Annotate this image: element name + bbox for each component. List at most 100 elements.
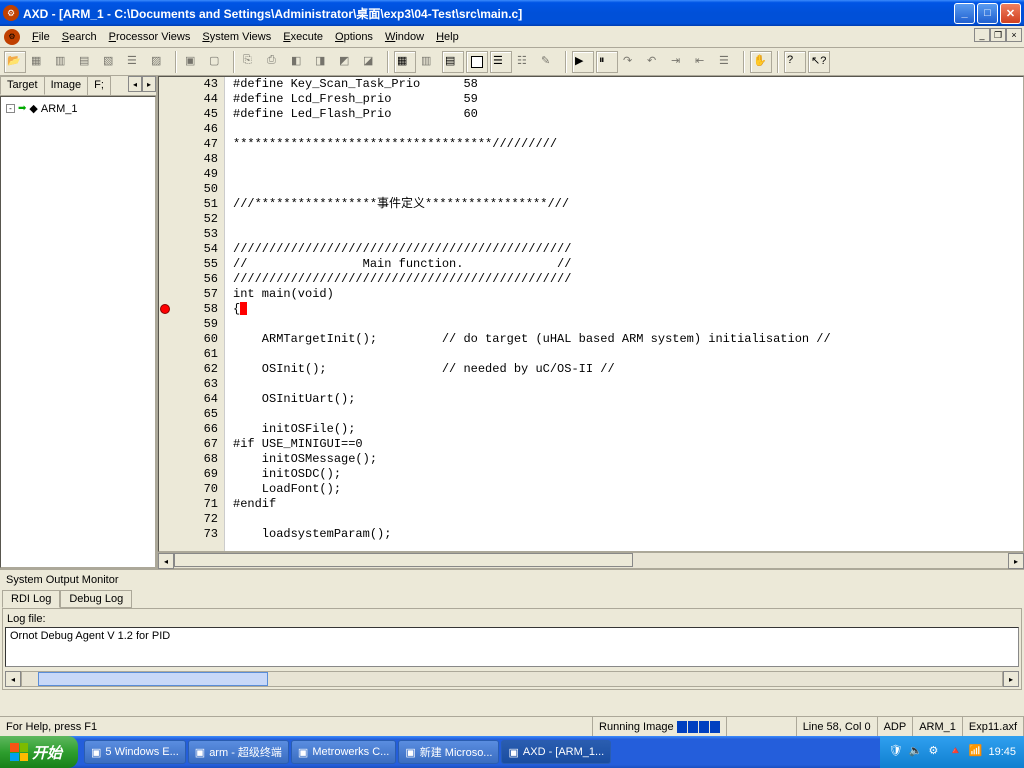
menu-processor-views[interactable]: Processor Views [103,29,197,45]
toolbar-run-button[interactable]: ▶ [572,51,594,73]
output-tab-debug[interactable]: Debug Log [60,590,132,608]
code-line[interactable]: ////////////////////////////////////////… [233,242,1023,257]
toolbar-button[interactable]: ▨ [148,51,170,73]
toolbar-button[interactable]: ▢ [206,51,228,73]
toolbar-button[interactable]: ☰ [716,51,738,73]
toolbar-button[interactable]: ◪ [360,51,382,73]
tray-icon[interactable]: 📶 [968,744,984,760]
code-line[interactable] [233,317,1023,332]
tree-item-arm1[interactable]: - ➡ ◆ ARM_1 [5,101,151,116]
code-line[interactable]: OSInitUart(); [233,392,1023,407]
scroll-right-button[interactable]: ▸ [1008,553,1024,569]
tray-icon[interactable]: 🛡 [888,744,904,760]
tray-icon[interactable]: 🔺 [948,744,964,760]
code-line[interactable]: initOSFile(); [233,422,1023,437]
taskbar-item[interactable]: ▣新建 Microso... [398,740,499,764]
code-line[interactable]: ************************************////… [233,137,1023,152]
toolbar-button[interactable]: ▤ [76,51,98,73]
code-content[interactable]: 4344454647484950515253545556575859606162… [158,76,1024,552]
output-tab-rdi[interactable]: RDI Log [2,590,60,608]
scroll-left-button[interactable]: ◂ [158,553,174,569]
code-line[interactable]: #endif [233,497,1023,512]
toolbar-button[interactable]: ▦ [28,51,50,73]
menu-system-views[interactable]: System Views [196,29,277,45]
code-line[interactable] [233,167,1023,182]
target-tree[interactable]: - ➡ ◆ ARM_1 [0,96,156,568]
tab-scroll-right-button[interactable]: ▸ [142,76,156,92]
toolbar-button[interactable]: ▣ [182,51,204,73]
code-line[interactable]: ////////////////////////////////////////… [233,272,1023,287]
toolbar-button[interactable]: ▥ [418,51,440,73]
menu-execute[interactable]: Execute [277,29,329,45]
code-lines[interactable]: #define Key_Scan_Task_Prio 58#define Lcd… [225,77,1023,551]
toolbar-stop-button[interactable]: ⏸ [596,51,618,73]
toolbar-button[interactable]: ⎘ [240,51,262,73]
code-line[interactable] [233,227,1023,242]
taskbar-item[interactable]: ▣AXD - [ARM_1... [501,740,611,764]
start-button[interactable]: 开始 [0,736,78,768]
toolbar-step-button[interactable]: ↶ [644,51,666,73]
menu-file[interactable]: File [26,29,56,45]
toolbar-open-button[interactable]: 📂 [4,51,26,73]
menu-search[interactable]: Search [56,29,103,45]
minimize-button[interactable]: _ [954,3,975,24]
breakpoint-icon[interactable] [160,304,170,314]
toolbar-step-button[interactable]: ↷ [620,51,642,73]
code-line[interactable] [233,377,1023,392]
toolbar-button[interactable]: ◩ [336,51,358,73]
toolbar-button[interactable]: ◧ [288,51,310,73]
scroll-right-button[interactable]: ▸ [1003,671,1019,687]
toolbar-button[interactable]: ◨ [312,51,334,73]
code-line[interactable] [233,152,1023,167]
scroll-thumb[interactable] [38,672,268,686]
system-tray[interactable]: 🛡 🔈 ⚙ 🔺 📶 19:45 [880,736,1024,768]
toolbar-breakpoint-button[interactable]: ✋ [750,51,772,73]
maximize-button[interactable]: □ [977,3,998,24]
output-hscroll[interactable]: ◂ ▸ [5,671,1019,687]
toolbar-button[interactable]: ⎙ [264,51,286,73]
clock[interactable]: 19:45 [988,746,1016,758]
code-line[interactable]: OSInit(); // needed by uC/OS-II // [233,362,1023,377]
code-line[interactable] [233,122,1023,137]
toolbar-button[interactable]: ▧ [100,51,122,73]
code-line[interactable]: initOSDC(); [233,467,1023,482]
taskbar-item[interactable]: ▣Metrowerks C... [291,740,396,764]
tray-icon[interactable]: ⚙ [928,744,944,760]
code-line[interactable]: { [233,302,1023,317]
code-line[interactable]: LoadFont(); [233,482,1023,497]
menu-help[interactable]: Help [430,29,465,45]
code-line[interactable] [233,182,1023,197]
toolbar-button[interactable]: ☰ [490,51,512,73]
code-line[interactable]: int main(void) [233,287,1023,302]
toolbar-button[interactable]: ▦ [394,51,416,73]
toolbar-help-button[interactable]: ? [784,51,806,73]
close-button[interactable]: ✕ [1000,3,1021,24]
code-line[interactable]: // Main function. // [233,257,1023,272]
code-line[interactable]: loadsystemParam(); [233,527,1023,542]
mdi-restore-button[interactable]: ❐ [990,28,1006,42]
toolbar-button[interactable]: ▤ [442,51,464,73]
log-textarea[interactable]: Ornot Debug Agent V 1.2 for PID [5,627,1019,667]
tree-expand-icon[interactable]: - [6,104,15,113]
scroll-left-button[interactable]: ◂ [5,671,21,687]
sidebar-tab-target[interactable]: Target [0,76,45,95]
sidebar-tab-image[interactable]: Image [44,76,89,95]
toolbar-button[interactable] [466,51,488,73]
toolbar-step-button[interactable]: ⇤ [692,51,714,73]
code-line[interactable]: initOSMessage(); [233,452,1023,467]
taskbar-item[interactable]: ▣5 Windows E... [84,740,186,764]
scroll-thumb[interactable] [174,553,633,567]
taskbar-item[interactable]: ▣arm - 超级终端 [188,740,289,764]
mdi-close-button[interactable]: × [1006,28,1022,42]
toolbar-button[interactable]: ☷ [514,51,536,73]
code-line[interactable]: ///*****************事件定义****************… [233,197,1023,212]
code-line[interactable]: #define Key_Scan_Task_Prio 58 [233,77,1023,92]
toolbar-button[interactable]: ☰ [124,51,146,73]
code-line[interactable]: ARMTargetInit(); // do target (uHAL base… [233,332,1023,347]
toolbar-button[interactable]: ▥ [52,51,74,73]
code-line[interactable]: #if USE_MINIGUI==0 [233,437,1023,452]
code-line[interactable] [233,212,1023,227]
code-line[interactable] [233,512,1023,527]
toolbar-context-help-button[interactable]: ↖? [808,51,830,73]
sidebar-tab-f[interactable]: F; [87,76,111,95]
